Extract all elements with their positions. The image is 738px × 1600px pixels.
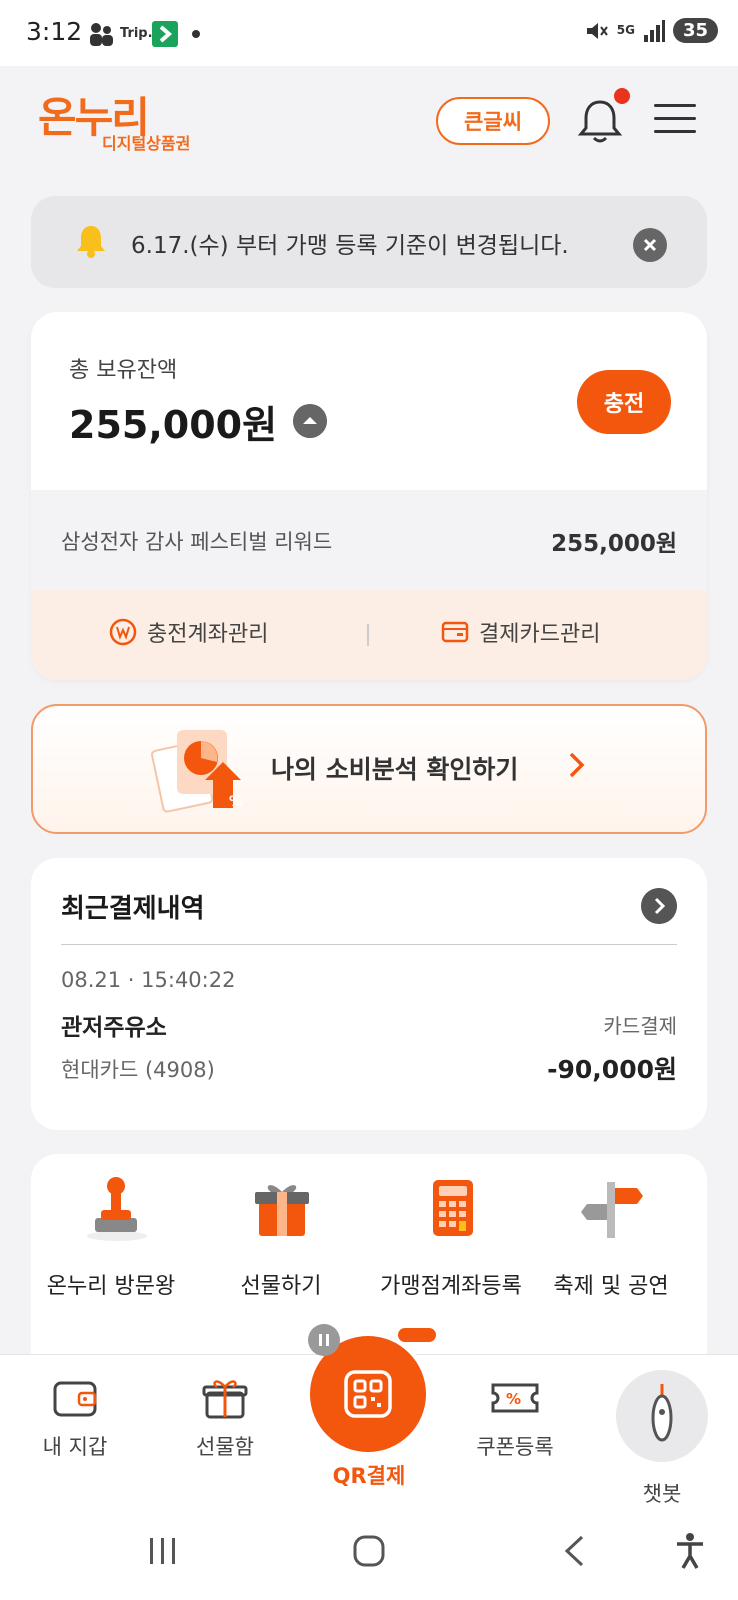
signal-icon (643, 19, 665, 42)
card-icon (441, 621, 469, 643)
recent-payments-card: 최근결제내역 08.21 · 15:40:22 관저주유소 카드결제 현대카드 … (31, 858, 707, 1130)
divider (61, 944, 677, 945)
balance-amount: 255,000원 (69, 403, 278, 447)
big-font-button[interactable]: 큰글씨 (436, 97, 550, 145)
gift-box-icon (255, 1185, 309, 1236)
quick-item-visit-king[interactable]: 온누리 방문왕 (31, 1174, 191, 1300)
quick-item-label: 선물하기 (240, 1274, 322, 1299)
chevron-up-icon[interactable] (293, 404, 327, 438)
stamp-icon (87, 1177, 147, 1241)
chatbot-button[interactable] (616, 1370, 708, 1462)
notice-close-button[interactable] (633, 228, 667, 262)
transaction-store: 관저주유소 (61, 1015, 167, 1041)
battery-indicator: 35 (672, 18, 718, 43)
won-coin-icon (109, 618, 137, 646)
balance-card: 총 보유잔액 255,000원 충전 삼성전자 감사 페스티벌 리워드 255,… (31, 312, 707, 680)
chatbot-robot-icon (651, 1384, 673, 1442)
nav-wallet-label: 내 지갑 (42, 1435, 108, 1459)
notification-badge (614, 88, 630, 104)
status-time: 3:12 (26, 17, 83, 46)
status-indicators: 5G 35 (585, 18, 718, 43)
quick-item-label: 축제 및 공연 (553, 1274, 669, 1299)
gift-icon (202, 1380, 248, 1419)
qr-code-icon (344, 1370, 392, 1418)
transaction-amount: -90,000원 (547, 1055, 677, 1084)
coupon-icon: % (491, 1383, 539, 1413)
menu-line (654, 130, 696, 133)
chevron-right-icon (569, 752, 585, 778)
people-icon (90, 23, 113, 46)
nav-wallet[interactable]: 내 지갑 (20, 1375, 130, 1461)
recent-payments-title: 최근결제내역 (61, 894, 205, 924)
trip-label: Trip. (120, 26, 153, 41)
quick-item-label: 가맹점계좌등록 (380, 1274, 522, 1299)
notice-banner[interactable]: 6.17.(수) 부터 가맹 등록 기준이 변경됩니다. (31, 196, 707, 288)
recent-apps-icon[interactable] (146, 1536, 180, 1566)
pause-button[interactable] (308, 1324, 340, 1356)
qr-pay-label: QR결제 (332, 1464, 406, 1488)
quick-item-gift[interactable]: 선물하기 (201, 1174, 361, 1300)
manage-row: 충전계좌관리 결제카드관리 (31, 590, 707, 680)
balance-label: 총 보유잔액 (69, 358, 178, 383)
quick-item-label: 온누리 방문왕 (46, 1274, 176, 1299)
spending-analysis-banner[interactable]: % 나의 소비분석 확인하기 (31, 704, 707, 834)
reward-name: 삼성전자 감사 페스티벌 리워드 (61, 530, 333, 554)
transaction-method: 카드결제 (603, 1014, 677, 1038)
notice-bell-icon (77, 226, 105, 258)
menu-button[interactable] (654, 104, 696, 138)
quick-item-merchant-account[interactable]: 가맹점계좌등록 (371, 1174, 531, 1300)
qr-tab-indicator (398, 1328, 436, 1342)
nav-coupon[interactable]: % 쿠폰등록 (460, 1375, 570, 1461)
pause-icon (319, 1334, 329, 1346)
charge-button[interactable]: 충전 (577, 370, 671, 434)
close-icon (643, 238, 657, 252)
system-nav-bar (0, 1504, 738, 1600)
svg-text:%: % (229, 794, 243, 810)
signpost-icon (581, 1182, 643, 1238)
card-manage-button[interactable]: 결제카드관리 (441, 616, 600, 648)
back-icon[interactable] (562, 1534, 586, 1568)
account-manage-button[interactable]: 충전계좌관리 (109, 616, 268, 648)
accessibility-icon[interactable] (674, 1532, 706, 1570)
bell-icon[interactable] (576, 96, 624, 146)
reward-row[interactable]: 삼성전자 감사 페스티벌 리워드 255,000원 (31, 490, 707, 590)
transaction-card: 현대카드 (4908) (61, 1058, 215, 1082)
svg-text:%: % (506, 1390, 521, 1408)
wallet-icon (53, 1381, 97, 1417)
quick-item-festival[interactable]: 축제 및 공연 (531, 1174, 691, 1300)
account-manage-label: 충전계좌관리 (147, 622, 269, 647)
card-manage-label: 결제카드관리 (479, 622, 601, 647)
notification-dot (192, 30, 200, 38)
logo-subtitle: 디지털상품권 (102, 134, 191, 153)
home-icon[interactable] (352, 1534, 386, 1568)
transaction-time: 08.21 · 15:40:22 (61, 968, 236, 992)
reward-amount: 255,000원 (551, 531, 677, 557)
mute-icon (586, 22, 608, 39)
receipt-chart-icon: % (151, 730, 243, 813)
more-chevron-icon[interactable] (641, 888, 677, 924)
app-notification-icon (152, 21, 178, 47)
nav-coupon-label: 쿠폰등록 (476, 1435, 554, 1459)
spending-analysis-label: 나의 소비분석 확인하기 (271, 755, 519, 784)
nav-gift-box[interactable]: 선물함 (170, 1375, 280, 1461)
network-label: 5G (616, 23, 635, 37)
menu-line (654, 117, 696, 120)
menu-line (654, 104, 696, 107)
notice-text: 6.17.(수) 부터 가맹 등록 기준이 변경됩니다. (131, 233, 569, 259)
calculator-icon (433, 1180, 473, 1236)
nav-gift-box-label: 선물함 (196, 1435, 254, 1459)
divider (367, 624, 369, 646)
status-bar: 3:12 Trip. 5G 35 (0, 0, 738, 66)
